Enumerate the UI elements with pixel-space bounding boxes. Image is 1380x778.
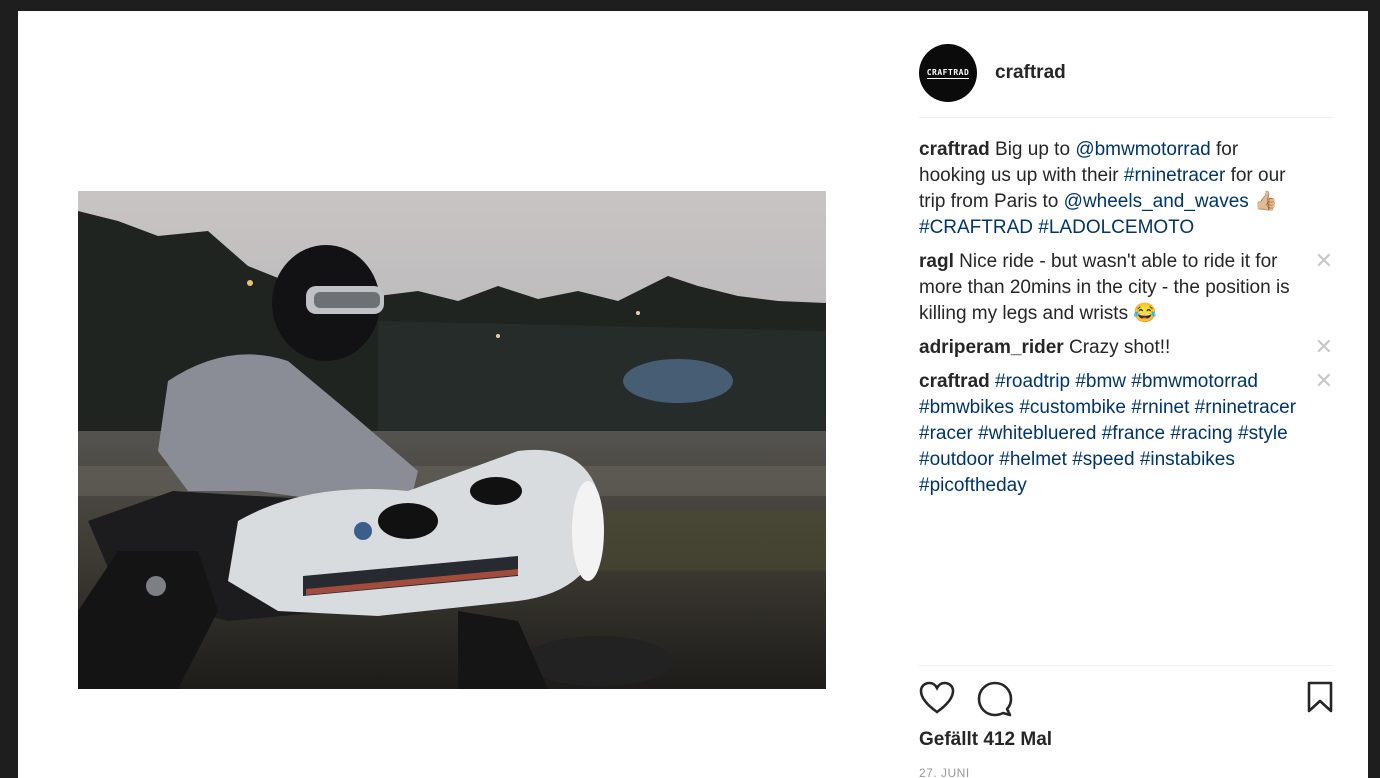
hashtag-link[interactable]: #whitebluered — [978, 423, 1096, 444]
hashtag-link[interactable]: #CRAFTRAD — [919, 217, 1033, 238]
avatar-logo-text: CRAFTRAD — [926, 67, 970, 79]
hashtag-link[interactable]: #outdoor — [919, 449, 994, 470]
hashtag-link[interactable]: #france — [1102, 423, 1165, 444]
hashtag-link[interactable]: #style — [1238, 423, 1288, 444]
post-date: 27. JUNI — [919, 766, 970, 778]
comment-item: adriperam_rider Crazy shot!! ✕ — [919, 335, 1333, 361]
hashtag-link[interactable]: #rninetracer — [1124, 165, 1225, 186]
hashtag-link[interactable]: #rninetracer — [1195, 397, 1296, 418]
avatar[interactable]: CRAFTRAD — [919, 44, 977, 102]
mention-link[interactable]: @wheels_and_waves — [1064, 191, 1249, 212]
comment-author[interactable]: craftrad — [919, 371, 990, 392]
comment-text: Big up to — [989, 139, 1076, 160]
hashtag-link[interactable]: #custombike — [1019, 397, 1126, 418]
hashtag-link[interactable]: #bmwmotorrad — [1131, 371, 1258, 392]
post-dialog: CRAFTRAD craftrad craftrad Big up to @bm… — [18, 11, 1368, 778]
actions-divider — [919, 665, 1333, 666]
close-icon[interactable]: ✕ — [1315, 335, 1333, 359]
post-photo[interactable] — [78, 191, 826, 689]
comment-author[interactable]: ragl — [919, 251, 954, 272]
comment-text: 👍🏼 — [1248, 191, 1278, 212]
hashtag-link[interactable]: #bmw — [1075, 371, 1126, 392]
hashtag-link[interactable]: #speed — [1072, 449, 1134, 470]
post-header: CRAFTRAD craftrad — [919, 33, 1333, 113]
hashtag-link[interactable]: #LADOLCEMOTO — [1038, 217, 1194, 238]
comment-text: Nice ride - but wasn't able to ride it f… — [919, 251, 1290, 324]
hashtag-link[interactable]: #racer — [919, 423, 973, 444]
mention-link[interactable]: @bmwmotorrad — [1075, 139, 1210, 160]
likes-count[interactable]: Gefällt 412 Mal — [919, 729, 1052, 751]
close-icon[interactable]: ✕ — [1315, 249, 1333, 273]
hashtag-link[interactable]: #rninet — [1131, 397, 1189, 418]
hashtag-link[interactable]: #racing — [1170, 423, 1232, 444]
header-divider — [919, 117, 1333, 118]
bookmark-icon[interactable] — [1307, 681, 1333, 718]
action-bar — [919, 681, 1333, 721]
hashtag-link[interactable]: #roadtrip — [995, 371, 1070, 392]
comment-text: Crazy shot!! — [1063, 337, 1171, 358]
heart-icon[interactable] — [919, 681, 955, 720]
hashtag-link[interactable]: #instabikes — [1140, 449, 1235, 470]
post-username[interactable]: craftrad — [995, 62, 1066, 84]
comment-item: ragl Nice ride - but wasn't able to ride… — [919, 249, 1333, 327]
speech-bubble-icon[interactable] — [977, 681, 1013, 722]
comment-author[interactable]: craftrad — [919, 139, 990, 160]
comment-item: craftrad Big up to @bmwmotorrad for hook… — [919, 137, 1333, 241]
close-icon[interactable]: ✕ — [1315, 369, 1333, 393]
hashtag-link[interactable]: #picoftheday — [919, 475, 1027, 496]
hashtag-link[interactable]: #bmwbikes — [919, 397, 1014, 418]
hashtag-link[interactable]: #helmet — [999, 449, 1067, 470]
comment-item: craftrad #roadtrip #bmw #bmwmotorrad #bm… — [919, 369, 1333, 499]
comment-author[interactable]: adriperam_rider — [919, 337, 1064, 358]
comments-list: craftrad Big up to @bmwmotorrad for hook… — [919, 137, 1333, 507]
